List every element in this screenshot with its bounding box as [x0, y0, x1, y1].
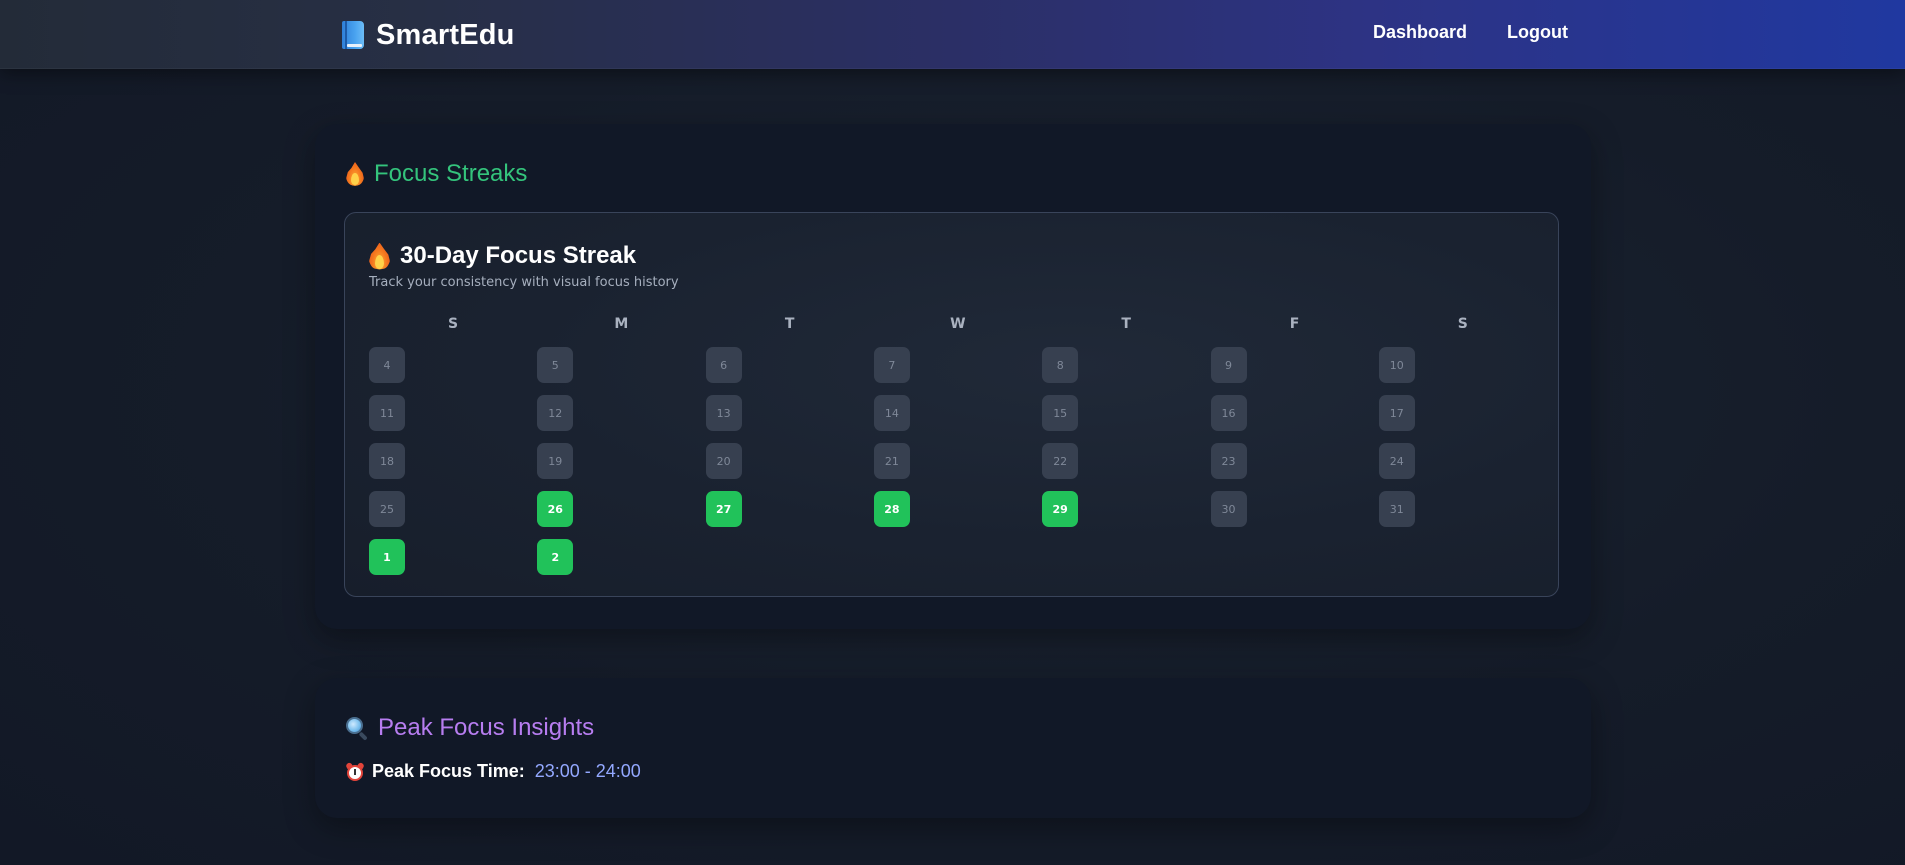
brand-name: SmartEdu: [376, 18, 515, 51]
focus-streaks-section: Focus Streaks 30-Day Focus Streak Track …: [315, 124, 1591, 629]
weekday-label: M: [614, 316, 629, 332]
alarm-clock-icon: [345, 761, 365, 781]
brand[interactable]: SmartEdu: [342, 18, 515, 52]
streak-panel-title-text: 30-Day Focus Streak: [400, 242, 637, 269]
streak-day-inactive: 11: [369, 395, 405, 431]
streak-day-inactive: 17: [1378, 395, 1415, 431]
streak-day-active: 1: [369, 539, 405, 575]
streak-day-active: 28: [873, 491, 910, 527]
streak-day-active: 26: [537, 491, 574, 527]
streak-day-inactive: 4: [369, 347, 405, 383]
streak-day-inactive: 20: [705, 443, 742, 479]
streak-panel-title: 30-Day Focus Streak: [369, 242, 636, 270]
streak-day-inactive: 30: [1210, 491, 1247, 527]
peak-focus-time-label: Peak Focus Time:: [372, 761, 525, 781]
peak-focus-time-value: 23:00 - 24:00: [534, 761, 641, 781]
peak-focus-insights-section: Peak Focus Insights Peak Focus Time: 23:…: [315, 678, 1591, 818]
streak-calendar-grid: 4 5 6 7 8 9 10 11 12 13 14 15 16 17 18 19 20 21 22 23 24 25 26…: [369, 347, 1547, 587]
streak-day-inactive: 15: [1042, 395, 1079, 431]
streak-day-inactive: 12: [537, 395, 574, 431]
streak-day-inactive: 22: [1042, 443, 1079, 479]
book-icon: [342, 21, 364, 49]
streak-day-inactive: 31: [1378, 491, 1415, 527]
streak-day-inactive: 8: [1042, 347, 1079, 383]
focus-streaks-title-text: Focus Streaks: [374, 160, 528, 187]
streak-day-active: 27: [705, 491, 742, 527]
streak-day-inactive: 23: [1210, 443, 1247, 479]
peak-focus-insights-title-text: Peak Focus Insights: [378, 714, 595, 741]
streak-day-inactive: 5: [537, 347, 574, 383]
streak-day-inactive: 7: [873, 347, 910, 383]
streak-day-inactive: 6: [705, 347, 742, 383]
main-nav: Dashboard Logout: [1373, 22, 1568, 43]
streak-day-inactive: 14: [873, 395, 910, 431]
weekday-label: W: [950, 316, 966, 332]
weekday-header-row: SMTWTFS: [369, 316, 1547, 336]
weekday-label: S: [447, 316, 459, 332]
nav-logout-link[interactable]: Logout: [1507, 22, 1568, 43]
streak-day-inactive: 16: [1210, 395, 1247, 431]
nav-dashboard-link[interactable]: Dashboard: [1373, 22, 1467, 43]
flame-icon: [369, 242, 390, 270]
streak-panel-subtitle: Track your consistency with visual focus…: [369, 275, 679, 290]
peak-focus-time-row: Peak Focus Time: 23:00 - 24:00: [345, 761, 641, 782]
streak-calendar-panel: 30-Day Focus Streak Track your consisten…: [344, 212, 1559, 597]
streak-day-inactive: 9: [1210, 347, 1247, 383]
top-navbar: SmartEdu Dashboard Logout: [0, 0, 1905, 69]
streak-day-inactive: 24: [1378, 443, 1415, 479]
focus-streaks-title: Focus Streaks: [346, 160, 527, 188]
streak-day-inactive: 19: [537, 443, 574, 479]
peak-focus-insights-title: Peak Focus Insights: [346, 714, 594, 742]
streak-day-active: 2: [537, 539, 574, 575]
streak-day-inactive: 10: [1378, 347, 1415, 383]
streak-day-active: 29: [1042, 491, 1079, 527]
streak-day-inactive: 13: [705, 395, 742, 431]
streak-day-inactive: 21: [873, 443, 910, 479]
streak-day-inactive: 25: [369, 491, 405, 527]
magnifier-icon: [346, 717, 368, 741]
weekday-label: T: [1121, 316, 1131, 332]
weekday-label: T: [784, 316, 795, 332]
weekday-label: S: [1457, 316, 1468, 332]
streak-day-inactive: 18: [369, 443, 405, 479]
flame-icon: [346, 162, 364, 186]
weekday-label: F: [1289, 316, 1300, 332]
